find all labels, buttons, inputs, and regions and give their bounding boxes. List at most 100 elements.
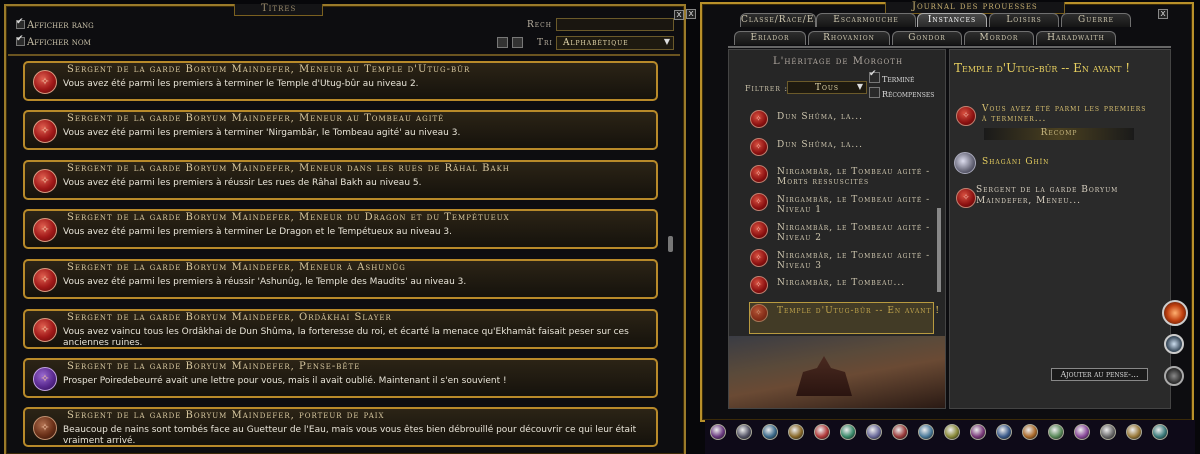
deed-item[interactable]: ✧ Nirgambâr, le Tombeau agité - Niveau 3 xyxy=(750,249,957,271)
reward1-text: Shagâni Ghîn xyxy=(982,157,1050,167)
sort-desc-icon[interactable] xyxy=(512,37,523,48)
filter-value: Tous xyxy=(814,83,840,93)
red-medal-icon: ✧ xyxy=(750,221,768,239)
ring-orb-icon[interactable] xyxy=(1164,366,1184,386)
skill-slot-icon[interactable] xyxy=(788,424,804,440)
title-row[interactable]: ✧ Sergent de la garde Boryum Maindefer, … xyxy=(23,407,658,447)
deed-label: Nirgambâr, le Tombeau agité - Niveau 3 xyxy=(777,251,931,271)
selected-deed-highlight[interactable] xyxy=(749,302,934,334)
tab-guerre[interactable]: Guerre xyxy=(1061,13,1131,27)
title-row[interactable]: ✧ Sergent de la garde Boryum Maindefer, … xyxy=(23,309,658,349)
red-medal-icon: ✧ xyxy=(33,218,57,242)
deeds-close-button-right[interactable]: x xyxy=(1158,9,1168,19)
deeds-close-button[interactable]: x xyxy=(686,9,696,19)
skill-slot-icon[interactable] xyxy=(996,424,1012,440)
tab-rhovanion[interactable]: Rhovanion xyxy=(808,31,890,45)
title-name: Sergent de la garde Boryum Maindefer, Or… xyxy=(67,312,392,323)
purple-medal-icon: ✧ xyxy=(33,367,57,391)
title-row[interactable]: ✧ Sergent de la garde Boryum Maindefer, … xyxy=(23,259,658,299)
deed-item[interactable]: ✧ Nirgambâr, le Tombeau agité - Niveau 1 xyxy=(750,193,957,215)
done-checkbox-row[interactable]: Terminé xyxy=(869,69,914,84)
skill-slot-icon[interactable] xyxy=(814,424,830,440)
sort-dropdown[interactable]: Alphabétique ▼ xyxy=(556,36,674,50)
deed-item[interactable]: ✧ Dun Shûma, la... xyxy=(750,110,957,128)
title-row[interactable]: ✧ Sergent de la garde Boryum Maindefer, … xyxy=(23,358,658,398)
deed-item[interactable]: ✧ Nirgambâr, le Tombeau... xyxy=(750,276,957,294)
skill-slot-icon[interactable] xyxy=(1100,424,1116,440)
filter-label: Filtrer : xyxy=(745,84,789,93)
titles-window-title: Titres xyxy=(234,4,324,16)
skill-slot-icon[interactable] xyxy=(944,424,960,440)
title-row[interactable]: ✧ Sergent de la garde Boryum Maindefer, … xyxy=(23,110,658,150)
tab-loisirs[interactable]: Loisirs xyxy=(989,13,1059,27)
title-row[interactable]: ✧ Sergent de la garde Boryum Maindefer, … xyxy=(23,209,658,249)
rewards-checkbox-row[interactable]: Récompenses xyxy=(869,87,934,99)
skill-slot-icon[interactable] xyxy=(1152,424,1168,440)
skill-slot-icon[interactable] xyxy=(710,424,726,440)
deed-item[interactable]: ✧ Nirgambâr, le Tombeau agité - Niveau 2 xyxy=(750,221,957,243)
red-medal-icon: ✧ xyxy=(750,276,768,294)
red-medal-icon: ✧ xyxy=(33,169,57,193)
deed-list-scrollbar[interactable] xyxy=(937,208,941,292)
skill-slot-icon[interactable] xyxy=(762,424,778,440)
titles-scrollbar[interactable] xyxy=(668,236,673,252)
show-rank-option[interactable]: Afficher rang xyxy=(16,17,94,31)
titles-close-button[interactable]: x xyxy=(674,10,684,20)
title-name: Sergent de la garde Boryum Maindefer, Me… xyxy=(67,262,406,273)
tab-escarmouche[interactable]: Escarmouche xyxy=(816,13,916,27)
skill-slot-icon[interactable] xyxy=(1048,424,1064,440)
rewards-label: Récompenses xyxy=(882,90,935,99)
deed-detail-panel: Temple d'Utug-bûr -- En avant ! ✧ Vous a… xyxy=(949,49,1171,409)
sort-direction-icons[interactable] xyxy=(497,37,525,48)
reward-label: Recomp xyxy=(984,128,1134,140)
skill-slot-icon[interactable] xyxy=(1126,424,1142,440)
title-row[interactable]: ✧ Sergent de la garde Boryum Maindefer, … xyxy=(23,61,658,101)
deed-label: Dun Shûma, la... xyxy=(777,140,863,150)
tab-instances[interactable]: Instances xyxy=(917,13,987,27)
search-label: Rech : xyxy=(527,20,560,30)
done-checkbox[interactable] xyxy=(869,69,880,83)
temple-silhouette xyxy=(796,356,852,396)
title-row[interactable]: ✧ Sergent de la garde Boryum Maindefer, … xyxy=(23,160,658,200)
tab-gondor[interactable]: Gondor xyxy=(892,31,962,45)
tab-classe-race-epique[interactable]: Classe/Race/Epique xyxy=(740,13,816,27)
title-description: Vous avez été parmi les premiers à réuss… xyxy=(63,277,467,287)
compass-orb-icon[interactable] xyxy=(1162,300,1188,326)
tab-eriador[interactable]: Eriador xyxy=(734,31,806,45)
title-description: Vous avez vaincu tous les Ordâkhai de Du… xyxy=(63,327,629,348)
title-description: Vous avez été parmi les premiers à termi… xyxy=(63,227,452,237)
filter-dropdown[interactable]: Tous ▼ xyxy=(787,81,867,94)
skill-slot-icon[interactable] xyxy=(892,424,908,440)
tab-mordor[interactable]: Mordor xyxy=(964,31,1034,45)
skill-slot-icon[interactable] xyxy=(736,424,752,440)
deed-item[interactable]: ✧ Nirgambâr, le Tombeau agité - Morts res… xyxy=(750,165,957,187)
deed-label: Nirgambâr, le Tombeau agité - Niveau 1 xyxy=(777,195,931,215)
add-to-reminder-button[interactable]: Ajouter au pense-... xyxy=(1051,368,1148,381)
title-name: Sergent de la garde Boryum Maindefer, Me… xyxy=(67,212,510,223)
skill-slot-icon[interactable] xyxy=(840,424,856,440)
title-description: Vous avez été parmi les premiers à réuss… xyxy=(63,178,422,188)
skill-slot-icon[interactable] xyxy=(970,424,986,440)
title-name: Sergent de la garde Boryum Maindefer, Me… xyxy=(67,163,510,174)
skill-slot-icon[interactable] xyxy=(918,424,934,440)
red-medal-icon: ✧ xyxy=(33,268,57,292)
search-input[interactable] xyxy=(556,18,674,31)
sort-value: Alphabétique xyxy=(563,38,629,48)
show-name-option[interactable]: Afficher nom xyxy=(16,34,91,48)
rewards-checkbox[interactable] xyxy=(869,87,880,98)
skill-slot-icon[interactable] xyxy=(866,424,882,440)
tabs-baseline xyxy=(728,46,1171,48)
detail-title: Temple d'Utug-bûr -- En avant ! xyxy=(954,61,1131,75)
show-name-checkbox[interactable] xyxy=(16,34,25,46)
skill-slot-icon[interactable] xyxy=(1022,424,1038,440)
show-rank-checkbox[interactable] xyxy=(16,17,25,29)
deed-label: Nirgambâr, le Tombeau... xyxy=(777,278,906,288)
show-rank-label: Afficher rang xyxy=(27,20,94,31)
chevron-down-icon: ▼ xyxy=(663,37,671,46)
deed-item[interactable]: ✧ Dun Shûma, la... xyxy=(750,138,957,156)
sort-asc-icon[interactable] xyxy=(497,37,508,48)
tab-haradwaith[interactable]: Haradwaith xyxy=(1036,31,1116,45)
blue-orb-icon[interactable] xyxy=(1164,334,1184,354)
title-description: Beaucoup de nains sont tombés face au Gu… xyxy=(63,425,637,446)
skill-slot-icon[interactable] xyxy=(1074,424,1090,440)
